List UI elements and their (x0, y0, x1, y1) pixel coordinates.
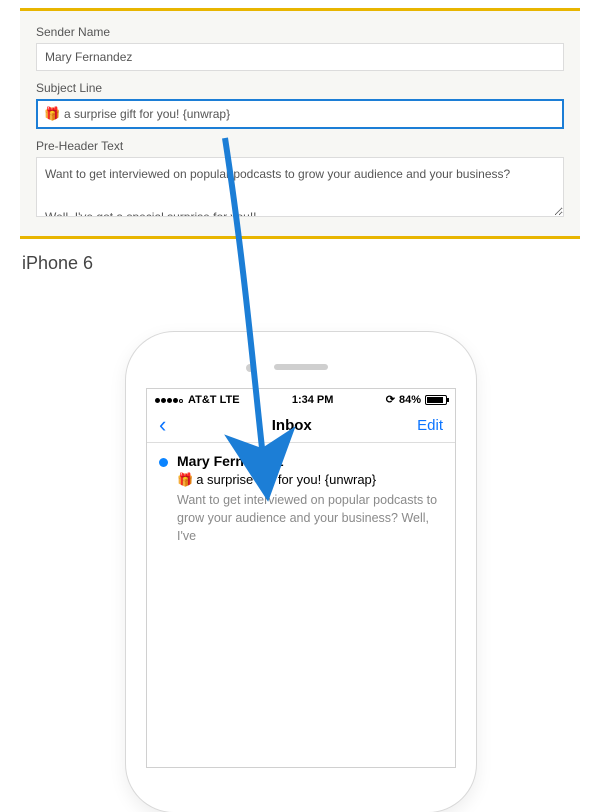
unread-dot-icon (159, 458, 168, 467)
status-right: ⟳ 84% (386, 393, 447, 406)
status-bar: AT&T LTE 1:34 PM ⟳ 84% (147, 389, 455, 410)
phone-camera-dot (246, 364, 254, 372)
nav-bar: ‹ Inbox Edit (147, 410, 455, 443)
status-left: AT&T LTE (155, 394, 240, 406)
mail-sender: Mary Fernandez (177, 453, 441, 469)
mail-subject-text: a surprise gift for you! {unwrap} (196, 472, 376, 487)
edit-button[interactable]: Edit (417, 417, 443, 434)
subject-line-input[interactable] (36, 99, 564, 129)
preheader-label: Pre-Header Text (36, 139, 564, 153)
device-label: iPhone 6 (22, 253, 600, 274)
email-compose-panel: Sender Name Subject Line 🎁 Pre-Header Te… (20, 8, 580, 239)
signal-icon (155, 394, 184, 406)
back-button[interactable]: ‹ (159, 414, 166, 436)
sender-name-label: Sender Name (36, 25, 564, 39)
phone-speaker (274, 364, 328, 370)
mail-subject: 🎁a surprise gift for you! {unwrap} (177, 472, 441, 488)
battery-icon (425, 395, 447, 405)
sender-name-input[interactable] (36, 43, 564, 71)
preheader-textarea[interactable] (36, 157, 564, 217)
phone-screen: AT&T LTE 1:34 PM ⟳ 84% ‹ Inbox Edit Mary… (146, 388, 456, 768)
mail-preview: Want to get interviewed on popular podca… (177, 491, 441, 545)
battery-pct: 84% (399, 394, 421, 406)
nav-title: Inbox (272, 417, 312, 434)
carrier-text: AT&T LTE (188, 394, 240, 406)
orientation-icon: ⟳ (386, 393, 395, 406)
subject-line-wrap: 🎁 (36, 99, 564, 129)
status-time: 1:34 PM (292, 394, 334, 406)
mail-row[interactable]: Mary Fernandez 🎁a surprise gift for you!… (147, 443, 455, 553)
gift-icon: 🎁 (177, 472, 193, 487)
subject-line-label: Subject Line (36, 81, 564, 95)
phone-mockup: AT&T LTE 1:34 PM ⟳ 84% ‹ Inbox Edit Mary… (126, 332, 476, 812)
